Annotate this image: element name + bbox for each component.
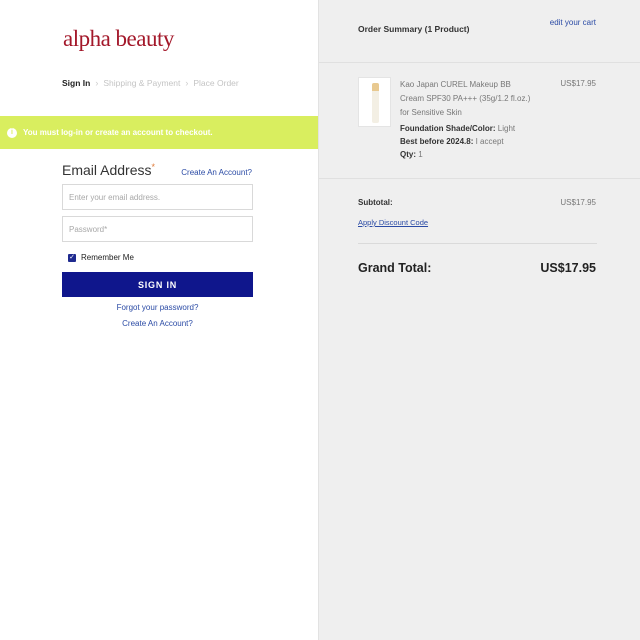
product-name[interactable]: Kao Japan CUREL Makeup BB Cream SPF30 PA… (400, 78, 535, 120)
chevron-right-icon: › (185, 78, 189, 88)
bb-cream-cap-image (372, 83, 379, 91)
edit-cart-link[interactable]: edit your cart (550, 18, 596, 27)
step-shipping-payment: Shipping & Payment (103, 78, 181, 88)
subtotal-value: US$17.95 (560, 198, 596, 207)
email-heading-text: Email Address (62, 162, 152, 178)
login-required-notice: i You must log-in or create an account t… (0, 116, 318, 149)
shade-value: Light (497, 124, 516, 133)
chevron-right-icon: › (95, 78, 99, 88)
logo-text: alpha beauty (63, 26, 174, 51)
create-account-link-bottom[interactable]: Create An Account? (62, 319, 253, 328)
product-thumbnail[interactable] (358, 77, 391, 127)
signin-panel: alpha beauty Sign In › Shipping & Paymen… (0, 0, 318, 640)
notice-message: You must log-in or create an account to … (23, 128, 213, 137)
product-best-before: Best before 2024.8: I accept (400, 137, 504, 146)
forgot-password-link[interactable]: Forgot your password? (62, 303, 253, 312)
checkout-steps: Sign In › Shipping & Payment › Place Ord… (62, 78, 239, 88)
remember-me-row[interactable]: ✓ Remember Me (68, 253, 134, 262)
product-qty: Qty: 1 (400, 150, 423, 159)
email-input[interactable] (62, 184, 253, 210)
shade-label: Foundation Shade/Color: (400, 124, 496, 133)
password-input[interactable] (62, 216, 253, 242)
grand-total-label: Grand Total: (358, 261, 432, 275)
best-before-value: I accept (475, 137, 504, 146)
step-place-order: Place Order (193, 78, 239, 88)
qty-value: 1 (418, 150, 423, 159)
divider (319, 62, 640, 63)
product-price: US$17.95 (560, 79, 596, 88)
grand-total-value: US$17.95 (540, 261, 596, 275)
step-sign-in: Sign In (62, 78, 91, 88)
divider (358, 243, 597, 244)
info-icon: i (7, 127, 17, 138)
remember-me-label: Remember Me (81, 253, 134, 262)
qty-label: Qty: (400, 150, 416, 159)
order-summary-panel: Order Summary (1 Product) edit your cart… (318, 0, 640, 640)
subtotal-label: Subtotal: (358, 198, 393, 207)
alpha-beauty-logo[interactable]: alpha beauty (63, 26, 174, 52)
best-before-label: Best before 2024.8: (400, 137, 474, 146)
apply-discount-code-link[interactable]: Apply Discount Code (358, 218, 428, 227)
product-shade: Foundation Shade/Color: Light (400, 124, 515, 133)
remember-me-checkbox[interactable]: ✓ (68, 253, 76, 262)
email-address-heading: Email Address* (62, 162, 155, 178)
order-summary-title: Order Summary (1 Product) (358, 24, 470, 34)
required-mark: * (151, 162, 155, 172)
create-account-link-top[interactable]: Create An Account? (181, 168, 252, 177)
sign-in-button[interactable]: SIGN IN (62, 272, 253, 297)
divider (319, 178, 640, 179)
